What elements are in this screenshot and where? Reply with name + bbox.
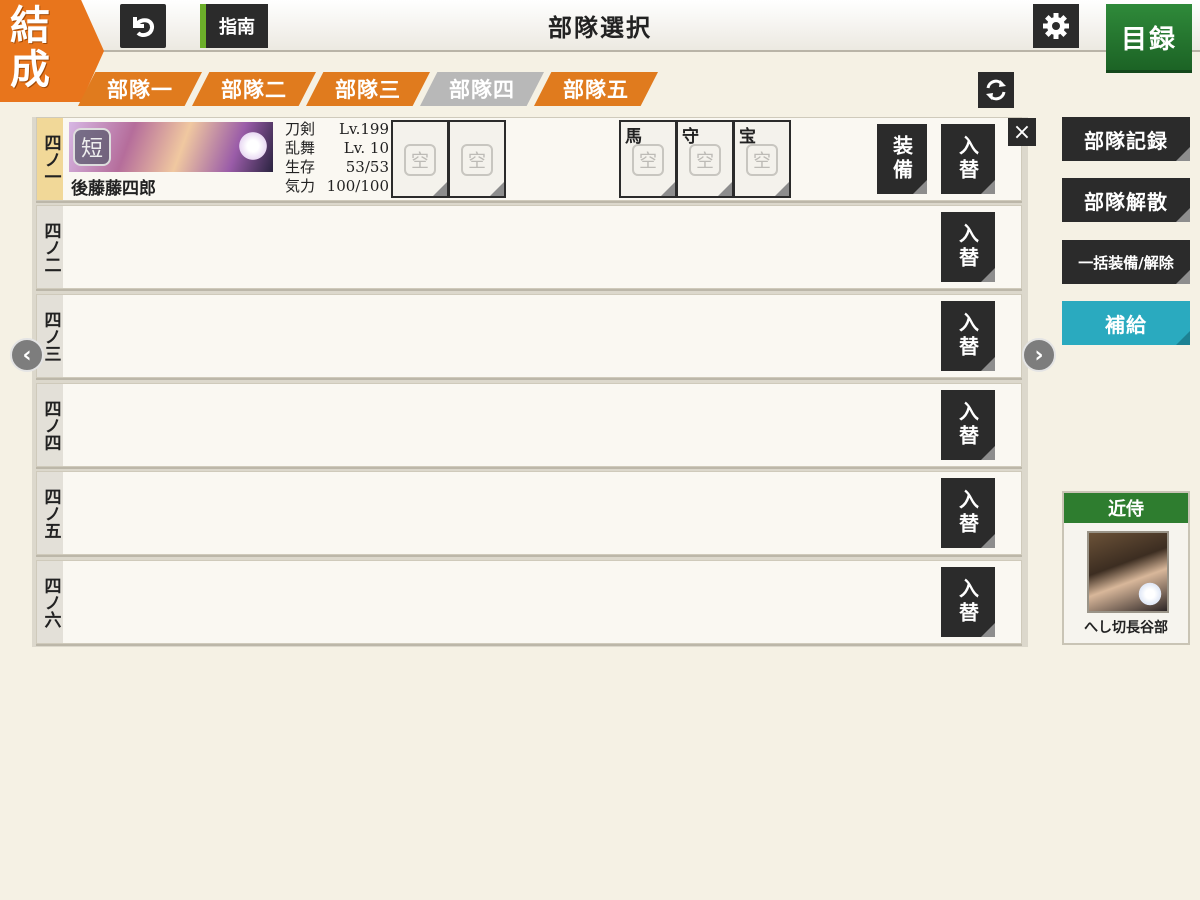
team-row-4[interactable]: 四ノ四 入替 — [36, 383, 1022, 467]
page-title: 部隊選択 — [548, 13, 652, 42]
swap-button[interactable]: 入替 — [941, 301, 995, 371]
empty-slot-icon: 空 — [461, 144, 493, 176]
row-label: 四ノ六 — [37, 561, 63, 643]
row-label: 四ノ二 — [37, 206, 63, 288]
empty-slot-icon: 空 — [746, 144, 778, 176]
supply-button[interactable]: 補給 — [1062, 301, 1190, 345]
tab-team-4[interactable]: 部隊四 — [420, 72, 544, 106]
stat-label: 生存 — [285, 158, 316, 176]
gear-icon — [1043, 13, 1069, 39]
swap-button[interactable]: 入替 — [941, 390, 995, 460]
tab-team-3[interactable]: 部隊三 — [306, 72, 430, 106]
team-row-5[interactable]: 四ノ五 入替 — [36, 471, 1022, 555]
team-row-2[interactable]: 四ノ二 入替 — [36, 205, 1022, 289]
horse-slot[interactable]: 馬 空 — [619, 120, 677, 198]
sword-type-badge: 短 — [73, 128, 111, 166]
attendant-card[interactable]: 近侍 へし切長谷部 — [1062, 491, 1190, 645]
tab-team-1[interactable]: 部隊一 — [78, 72, 202, 106]
team-record-button[interactable]: 部隊記録 — [1062, 117, 1190, 161]
chevron-right-icon: › — [1034, 342, 1044, 368]
team-disband-button[interactable]: 部隊解散 — [1062, 178, 1190, 222]
attendant-title: 近侍 — [1064, 493, 1188, 523]
stat-label: 乱舞 — [285, 139, 316, 157]
stat-value: Lv. 10 — [343, 139, 389, 157]
tab-team-5[interactable]: 部隊五 — [534, 72, 658, 106]
prev-page-arrow[interactable]: ‹ — [10, 338, 44, 372]
attendant-name: へし切長谷部 — [1084, 620, 1168, 636]
stat-value: Lv.199 — [338, 120, 389, 138]
equipment-slot-2[interactable]: 空 — [448, 120, 506, 198]
empty-slot-icon: 空 — [689, 144, 721, 176]
team-row-6[interactable]: 四ノ六 入替 — [36, 560, 1022, 644]
tab-team-2[interactable]: 部隊二 — [192, 72, 316, 106]
equip-button[interactable]: 装備 — [877, 124, 927, 194]
catalog-label: 目録 — [1120, 24, 1177, 55]
amulet-slot[interactable]: 守 空 — [676, 120, 734, 198]
empty-slot-icon: 空 — [404, 144, 436, 176]
close-icon[interactable]: × — [1008, 118, 1036, 146]
sword-name: 後藤藤四郎 — [71, 179, 156, 199]
equipment-slot-1[interactable]: 空 — [391, 120, 449, 198]
catalog-button[interactable]: 目録 — [1106, 4, 1192, 70]
swap-button[interactable]: 入替 — [941, 567, 995, 637]
bulk-equip-button[interactable]: 一括装備/解除 — [1062, 240, 1190, 284]
team-row-3[interactable]: 四ノ三 入替 — [36, 294, 1022, 378]
next-page-arrow[interactable]: › — [1022, 338, 1056, 372]
sakura-icon — [237, 130, 269, 162]
stat-label: 刀剣 — [285, 120, 316, 138]
swap-button[interactable]: 入替 — [941, 212, 995, 282]
sakura-icon — [1137, 581, 1163, 607]
row-label: 四ノ四 — [37, 384, 63, 466]
refresh-button[interactable] — [978, 72, 1014, 108]
swap-button[interactable]: 入替 — [941, 124, 995, 194]
chevron-left-icon: ‹ — [22, 342, 32, 368]
stat-value: 53/53 — [345, 158, 389, 176]
row-label: 四ノ一 — [37, 118, 63, 200]
refresh-icon — [986, 79, 1006, 101]
sword-portrait[interactable]: 短 — [69, 122, 273, 172]
row-label: 四ノ五 — [37, 472, 63, 554]
treasure-slot[interactable]: 宝 空 — [733, 120, 791, 198]
swap-button[interactable]: 入替 — [941, 478, 995, 548]
stat-value: 100/100 — [326, 177, 389, 195]
empty-slot-icon: 空 — [632, 144, 664, 176]
attendant-portrait — [1087, 531, 1169, 613]
settings-button[interactable] — [1033, 4, 1079, 48]
stat-label: 気力 — [285, 177, 316, 195]
team-row-1[interactable]: 四ノ一 短 後藤藤四郎 刀剣 Lv.199 乱舞 Lv. 10 生存 53/53 気力… — [36, 117, 1022, 201]
sword-stats: 刀剣 Lv.199 乱舞 Lv. 10 生存 53/53 気力 100/100 — [285, 120, 389, 196]
